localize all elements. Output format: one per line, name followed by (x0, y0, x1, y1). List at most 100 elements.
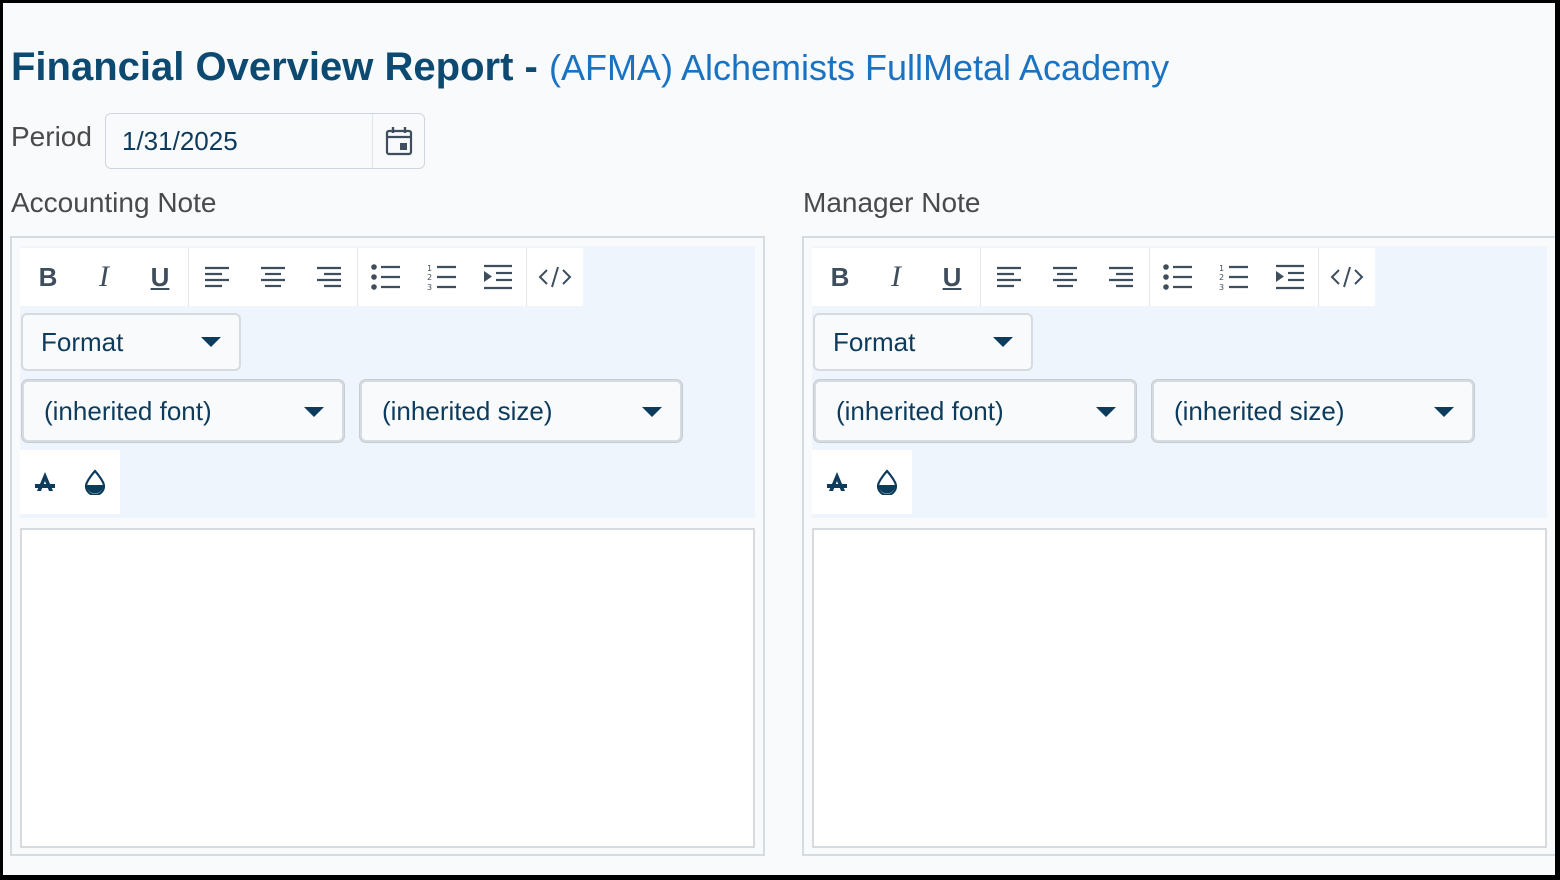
code-view-button[interactable] (1319, 248, 1375, 306)
format-select[interactable]: Format (21, 313, 241, 371)
code-group (527, 248, 583, 306)
font-color-icon (33, 471, 57, 493)
chevron-down-icon (642, 407, 662, 417)
numbered-list-button[interactable]: 123 (1206, 248, 1262, 306)
background-color-icon (84, 469, 106, 495)
align-right-button[interactable] (301, 248, 357, 306)
code-view-button[interactable] (527, 248, 583, 306)
numbered-list-button[interactable]: 123 (414, 248, 470, 306)
align-right-icon (1108, 266, 1134, 288)
calendar-button[interactable] (372, 114, 424, 168)
format-select-value: Format (41, 327, 124, 357)
background-color-icon (876, 469, 898, 495)
chevron-down-icon (1434, 407, 1454, 417)
font-size-select[interactable]: (inherited size) (360, 380, 682, 442)
align-center-icon (260, 266, 286, 288)
align-left-icon (204, 266, 230, 288)
svg-text:3: 3 (1219, 283, 1224, 291)
report-title: Financial Overview Report - (11, 45, 538, 89)
indent-icon (483, 264, 513, 290)
text-style-group: B I U (812, 248, 981, 306)
editor-toolbar: B I U 123 Format (inherited font) (inher… (812, 246, 1547, 518)
font-color-button[interactable] (20, 450, 70, 514)
calendar-icon (385, 126, 413, 156)
chevron-down-icon (993, 337, 1013, 347)
chevron-down-icon (304, 407, 324, 417)
code-group (1319, 248, 1375, 306)
format-select[interactable]: Format (813, 313, 1033, 371)
bold-button[interactable]: B (20, 248, 76, 306)
align-left-icon (996, 266, 1022, 288)
manager-note-content[interactable] (812, 528, 1547, 848)
svg-text:1: 1 (427, 264, 432, 273)
underline-button[interactable]: U (132, 248, 188, 306)
underline-button[interactable]: U (924, 248, 980, 306)
manager-note-label: Manager Note (803, 187, 981, 218)
code-view-icon (1330, 265, 1364, 289)
underline-icon: U (150, 261, 170, 292)
italic-icon: I (99, 260, 109, 293)
font-family-select[interactable]: (inherited font) (22, 380, 344, 442)
font-family-select-value: (inherited font) (836, 396, 1004, 426)
organization-name: (AFMA) Alchemists FullMetal Academy (548, 47, 1170, 88)
svg-text:2: 2 (427, 273, 432, 282)
format-select-value: Format (833, 327, 916, 357)
svg-text:3: 3 (427, 283, 432, 291)
accounting-note-label: Accounting Note (11, 187, 217, 218)
font-family-select-value: (inherited font) (44, 396, 212, 426)
svg-text:1: 1 (1219, 264, 1224, 273)
underline-icon: U (942, 261, 962, 292)
numbered-list-icon: 123 (427, 263, 457, 291)
font-size-select-value: (inherited size) (382, 396, 553, 426)
alignment-group (189, 248, 358, 306)
font-family-select[interactable]: (inherited font) (814, 380, 1136, 442)
font-color-button[interactable] (812, 450, 862, 514)
color-buttons (812, 450, 912, 514)
period-date-input[interactable] (106, 114, 372, 168)
chevron-down-icon (1096, 407, 1116, 417)
bullet-list-icon (371, 264, 401, 290)
svg-text:2: 2 (1219, 273, 1224, 282)
bullet-list-button[interactable] (358, 248, 414, 306)
alignment-group (981, 248, 1150, 306)
list-group: 123 (1150, 248, 1319, 306)
italic-button[interactable]: I (868, 248, 924, 306)
bold-icon: B (830, 261, 850, 292)
bold-button[interactable]: B (812, 248, 868, 306)
code-view-icon (538, 265, 572, 289)
page-title: Financial Overview Report - (AFMA) Alche… (11, 43, 1169, 92)
align-left-button[interactable] (189, 248, 245, 306)
formatting-buttons: B I U 123 (812, 248, 1375, 306)
align-right-button[interactable] (1093, 248, 1149, 306)
chevron-down-icon (201, 337, 221, 347)
font-size-select-value: (inherited size) (1174, 396, 1345, 426)
italic-button[interactable]: I (76, 248, 132, 306)
page: Financial Overview Report - (AFMA) Alche… (3, 3, 1555, 875)
align-left-button[interactable] (981, 248, 1037, 306)
bullet-list-button[interactable] (1150, 248, 1206, 306)
background-color-button[interactable] (862, 450, 912, 514)
color-buttons (20, 450, 120, 514)
font-size-select[interactable]: (inherited size) (1152, 380, 1474, 442)
indent-button[interactable] (470, 248, 526, 306)
accounting-note-editor: B I U 123 Format (inherited font) (inher… (10, 236, 765, 856)
bullet-list-icon (1163, 264, 1193, 290)
bold-icon: B (38, 261, 58, 292)
period-label: Period (11, 121, 92, 152)
font-color-icon (825, 471, 849, 493)
align-right-icon (316, 266, 342, 288)
align-center-button[interactable] (245, 248, 301, 306)
italic-icon: I (891, 260, 901, 293)
text-style-group: B I U (20, 248, 189, 306)
background-color-button[interactable] (70, 450, 120, 514)
formatting-buttons: B I U 123 (20, 248, 583, 306)
indent-button[interactable] (1262, 248, 1318, 306)
list-group: 123 (358, 248, 527, 306)
numbered-list-icon: 123 (1219, 263, 1249, 291)
align-center-button[interactable] (1037, 248, 1093, 306)
indent-icon (1275, 264, 1305, 290)
align-center-icon (1052, 266, 1078, 288)
accounting-note-content[interactable] (20, 528, 755, 848)
manager-note-editor: B I U 123 Format (inherited font) (inher… (802, 236, 1555, 856)
period-date-picker (105, 113, 425, 169)
